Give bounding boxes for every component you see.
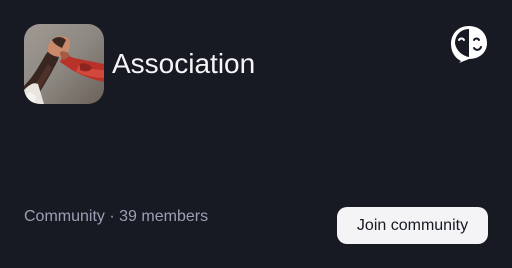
theater-mask-icon-graphic (451, 26, 487, 63)
theater-mask-logo-icon[interactable] (449, 24, 489, 64)
handshake-image (24, 24, 104, 104)
community-title: Association (112, 48, 256, 79)
meta-separator: · (109, 208, 115, 225)
join-community-button[interactable]: Join community (337, 207, 488, 244)
community-avatar[interactable] (24, 24, 104, 104)
community-meta: Community · 39 members (24, 207, 208, 227)
member-count: 39 members (119, 208, 209, 225)
community-card: Association Community · 39 members Join … (0, 0, 512, 268)
community-type-label: Community (24, 208, 105, 225)
